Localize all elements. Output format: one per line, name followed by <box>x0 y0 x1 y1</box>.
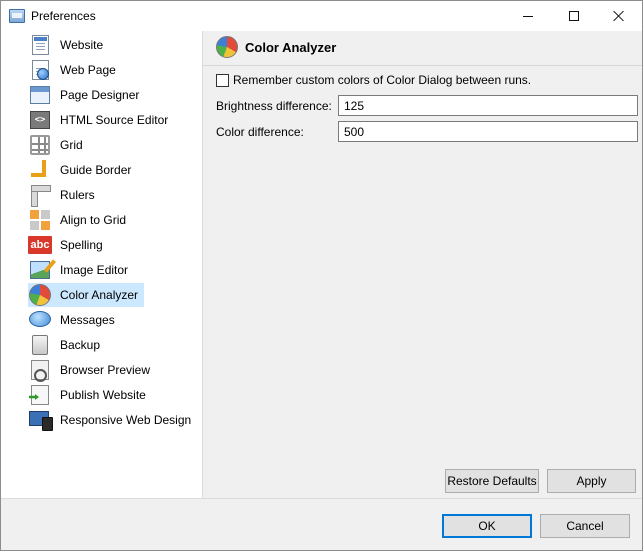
sidebar-item-label: Align to Grid <box>60 213 127 227</box>
sidebar-item-label: Website <box>60 38 104 52</box>
spelling-icon: abc <box>28 234 52 256</box>
sidebar-item-label: Publish Website <box>60 388 146 402</box>
maximize-button[interactable] <box>551 1 597 31</box>
website-icon <box>28 34 52 56</box>
panel-header: Color Analyzer <box>203 31 642 66</box>
sidebar-item-label: Color Analyzer <box>60 288 139 302</box>
preferences-window: Preferences Website Web Page Page Design… <box>0 0 643 551</box>
window-title: Preferences <box>31 9 96 23</box>
sidebar-item-label: Web Page <box>60 63 116 77</box>
panel-title: Color Analyzer <box>245 40 337 55</box>
sidebar-item-label: HTML Source Editor <box>60 113 169 127</box>
page-designer-icon <box>28 84 52 106</box>
color-analyzer-icon <box>216 36 238 58</box>
remember-colors-option[interactable]: Remember custom colors of Color Dialog b… <box>216 73 531 87</box>
color-analyzer-icon <box>28 284 52 306</box>
sidebar-item-browser-preview[interactable]: Browser Preview <box>28 358 156 382</box>
rulers-icon <box>28 184 52 207</box>
minimize-button[interactable] <box>505 1 551 31</box>
ok-button[interactable]: OK <box>442 514 532 538</box>
remember-colors-checkbox[interactable] <box>216 73 229 87</box>
sidebar-item-label: Guide Border <box>60 163 132 177</box>
grid-icon <box>28 134 52 156</box>
preferences-sidebar: Website Web Page Page Designer <> HTML S… <box>1 31 202 498</box>
sidebar-item-label: Responsive Web Design <box>60 413 192 427</box>
close-button[interactable] <box>596 1 642 31</box>
sidebar-item-html-source-editor[interactable]: <> HTML Source Editor <box>28 108 174 132</box>
sidebar-item-spelling[interactable]: abc Spelling <box>28 233 109 257</box>
sidebar-item-label: Messages <box>60 313 115 327</box>
settings-panel: Color Analyzer Remember custom colors of… <box>203 31 642 498</box>
sidebar-item-messages[interactable]: Messages <box>28 308 121 332</box>
sidebar-item-label: Browser Preview <box>60 363 151 377</box>
sidebar-item-publish-website[interactable]: Publish Website <box>28 383 152 407</box>
remember-colors-label: Remember custom colors of Color Dialog b… <box>233 73 532 87</box>
sidebar-item-label: Rulers <box>60 188 95 202</box>
title-bar[interactable]: Preferences <box>1 1 642 31</box>
image-editor-icon <box>28 259 52 281</box>
sidebar-item-label: Page Designer <box>60 88 140 102</box>
dialog-footer: OK Cancel <box>1 498 642 550</box>
sidebar-item-responsive-web-design[interactable]: Responsive Web Design <box>28 408 197 432</box>
sidebar-item-guide-border[interactable]: Guide Border <box>28 158 137 182</box>
sidebar-item-grid[interactable]: Grid <box>28 133 89 157</box>
sidebar-item-label: Backup <box>60 338 101 352</box>
backup-icon <box>28 334 52 356</box>
sidebar-item-label: Grid <box>60 138 83 152</box>
messages-icon <box>28 309 52 331</box>
maximize-icon <box>569 11 579 21</box>
sidebar-item-label: Spelling <box>60 238 103 252</box>
publish-website-icon <box>28 384 52 406</box>
restore-defaults-button[interactable]: Restore Defaults <box>445 469 539 493</box>
sidebar-item-website[interactable]: Website <box>28 33 109 57</box>
sidebar-item-color-analyzer[interactable]: Color Analyzer <box>28 283 145 307</box>
apply-button[interactable]: Apply <box>547 469 636 493</box>
web-page-icon <box>28 59 52 81</box>
sidebar-item-page-designer[interactable]: Page Designer <box>28 83 145 107</box>
align-to-grid-icon <box>28 209 52 231</box>
color-difference-label: Color difference: <box>216 125 304 139</box>
minimize-icon <box>523 15 533 17</box>
cancel-button[interactable]: Cancel <box>540 514 630 538</box>
color-difference-input[interactable] <box>338 121 638 142</box>
close-icon <box>613 10 625 22</box>
guide-border-icon <box>28 159 52 181</box>
sidebar-item-label: Image Editor <box>60 263 129 277</box>
app-icon <box>9 9 25 23</box>
brightness-difference-label: Brightness difference: <box>216 99 332 113</box>
sidebar-item-web-page[interactable]: Web Page <box>28 58 122 82</box>
responsive-web-design-icon <box>28 409 53 431</box>
browser-preview-icon <box>28 359 52 382</box>
sidebar-item-backup[interactable]: Backup <box>28 333 106 357</box>
sidebar-item-align-to-grid[interactable]: Align to Grid <box>28 208 132 232</box>
html-source-editor-icon: <> <box>28 109 52 131</box>
brightness-difference-input[interactable] <box>338 95 638 116</box>
sidebar-item-rulers[interactable]: Rulers <box>28 183 101 207</box>
sidebar-item-image-editor[interactable]: Image Editor <box>28 258 134 282</box>
